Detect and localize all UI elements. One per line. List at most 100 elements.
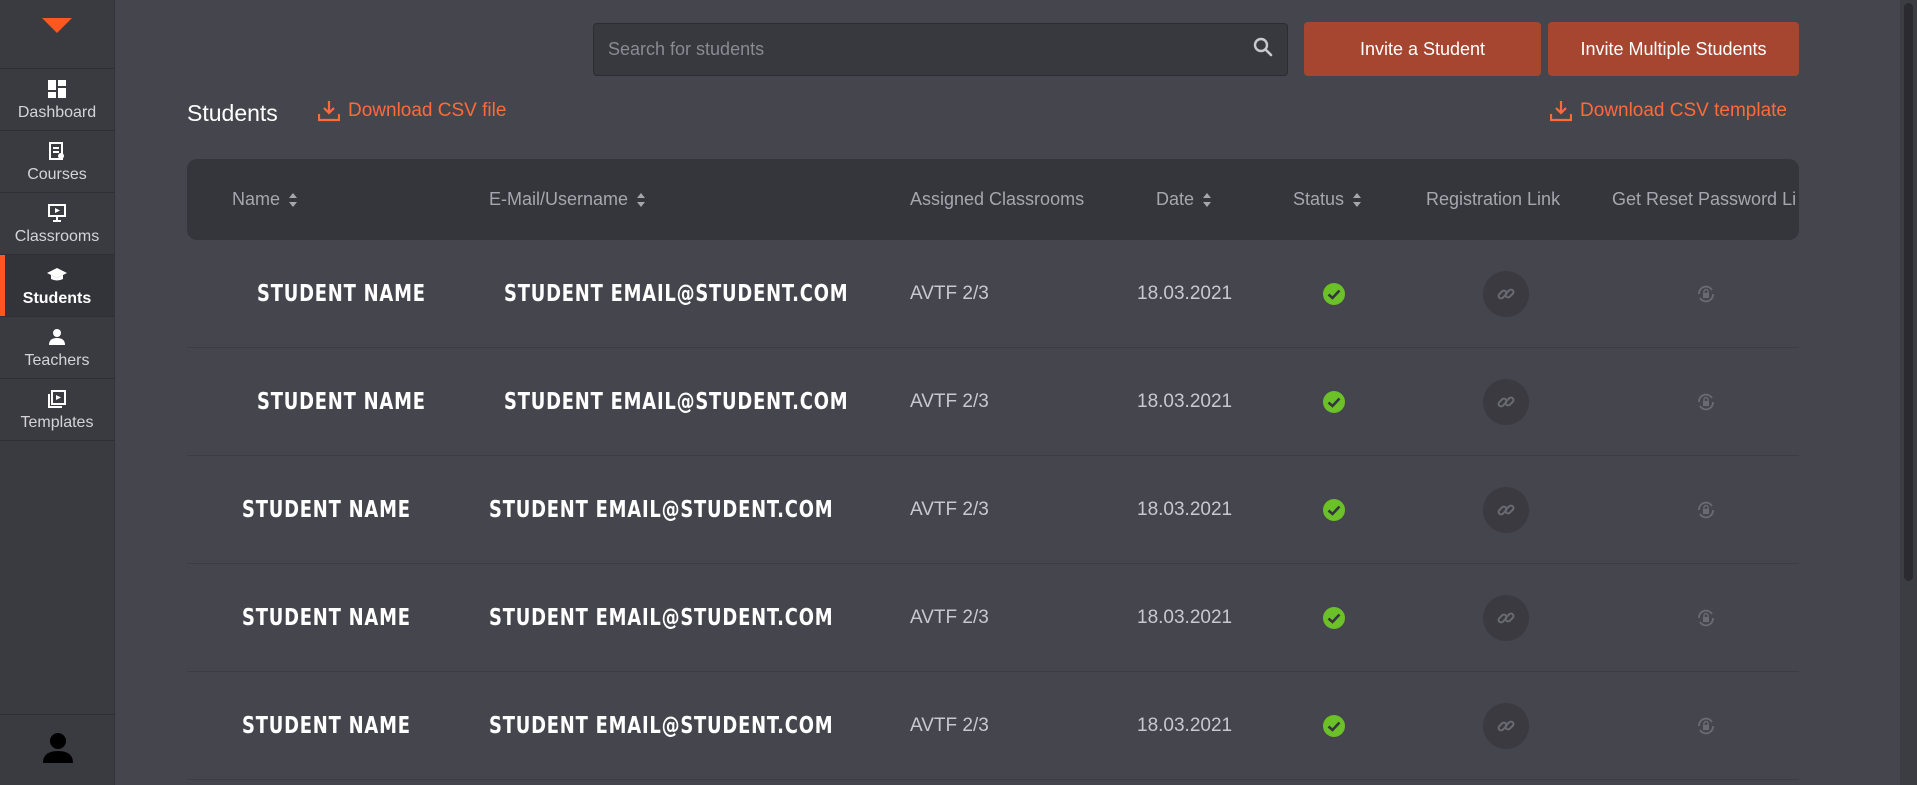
registration-link-button[interactable] bbox=[1483, 271, 1529, 317]
table-row[interactable]: STUDENT NAME STUDENT EMAIL@STUDENT.COM A… bbox=[187, 564, 1799, 672]
user-account-button[interactable] bbox=[0, 714, 115, 785]
column-header-name[interactable]: Name bbox=[232, 159, 298, 240]
assigned-classroom: AVTF 2/3 bbox=[910, 391, 989, 412]
student-email: STUDENT EMAIL@STUDENT.COM bbox=[489, 605, 834, 631]
students-table: Name E-Mail/Username Assigned Classrooms… bbox=[187, 159, 1799, 785]
table-row[interactable]: STUDENT NAME STUDENT EMAIL@STUDENT.COM A… bbox=[187, 348, 1799, 456]
column-header-date[interactable]: Date bbox=[1156, 159, 1212, 240]
sidebar-item-students[interactable]: Students bbox=[0, 255, 114, 317]
status-check-icon bbox=[1323, 283, 1345, 305]
teachers-icon bbox=[49, 326, 65, 348]
column-header-reset: Get Reset Password Li bbox=[1612, 189, 1797, 209]
reset-password-cell bbox=[1612, 240, 1799, 348]
registration-link-button[interactable] bbox=[1483, 379, 1529, 425]
students-icon bbox=[47, 264, 67, 286]
column-header-registration: Registration Link bbox=[1426, 189, 1561, 209]
sidebar-item-courses[interactable]: Courses bbox=[0, 131, 114, 193]
table-header: Name E-Mail/Username Assigned Classrooms… bbox=[187, 159, 1799, 240]
registration-link-button[interactable] bbox=[1483, 595, 1529, 641]
reset-password-lock-icon[interactable] bbox=[1695, 499, 1717, 521]
reset-password-lock-icon[interactable] bbox=[1695, 715, 1717, 737]
status-badge bbox=[1293, 348, 1375, 456]
table-row[interactable]: STUDENT NAME STUDENT EMAIL@STUDENT.COM A… bbox=[187, 672, 1799, 780]
status-check-icon bbox=[1323, 391, 1345, 413]
status-check-icon bbox=[1323, 607, 1345, 629]
reset-password-lock-icon[interactable] bbox=[1695, 283, 1717, 305]
page-scrollbar[interactable] bbox=[1900, 0, 1917, 785]
caret-down-icon[interactable] bbox=[42, 17, 72, 33]
download-csv-label[interactable]: Download CSV file bbox=[348, 100, 506, 122]
reset-password-cell bbox=[1612, 348, 1799, 456]
download-template-link[interactable]: Download CSV template bbox=[1550, 100, 1787, 122]
registration-date: 18.03.2021 bbox=[1137, 391, 1233, 412]
sidebar-item-label: Classrooms bbox=[14, 227, 100, 245]
sidebar-item-classrooms[interactable]: Classrooms bbox=[0, 193, 114, 255]
registration-link-cell bbox=[1426, 456, 1586, 564]
sidebar-item-dashboard[interactable]: Dashboard bbox=[0, 69, 114, 131]
scrollbar-thumb[interactable] bbox=[1904, 3, 1913, 581]
student-name: STUDENT NAME bbox=[242, 497, 411, 523]
registration-date: 18.03.2021 bbox=[1137, 607, 1233, 628]
registration-link-button[interactable] bbox=[1483, 703, 1529, 749]
courses-icon bbox=[49, 140, 65, 162]
link-icon bbox=[1497, 720, 1515, 732]
registration-link-button[interactable] bbox=[1483, 487, 1529, 533]
assigned-classroom: AVTF 2/3 bbox=[910, 283, 989, 304]
student-email: STUDENT EMAIL@STUDENT.COM bbox=[489, 497, 834, 523]
status-badge bbox=[1293, 240, 1375, 348]
reset-password-lock-icon[interactable] bbox=[1695, 391, 1717, 413]
sidebar: Dashboard Courses Classrooms Students Te… bbox=[0, 0, 115, 785]
search-icon[interactable] bbox=[1253, 37, 1273, 62]
dashboard-icon bbox=[48, 78, 66, 100]
status-badge bbox=[1293, 564, 1375, 672]
student-email: STUDENT EMAIL@STUDENT.COM bbox=[504, 281, 849, 307]
search-bar bbox=[593, 23, 1288, 76]
reset-password-lock-icon[interactable] bbox=[1695, 607, 1717, 629]
download-icon bbox=[1550, 100, 1572, 122]
column-header-email[interactable]: E-Mail/Username bbox=[489, 159, 646, 240]
registration-link-cell bbox=[1426, 564, 1586, 672]
status-check-icon bbox=[1323, 499, 1345, 521]
column-header-status[interactable]: Status bbox=[1293, 159, 1362, 240]
assigned-classroom: AVTF 2/3 bbox=[910, 607, 989, 628]
status-badge bbox=[1293, 672, 1375, 780]
sidebar-item-templates[interactable]: Templates bbox=[0, 379, 114, 441]
registration-date: 18.03.2021 bbox=[1137, 283, 1233, 304]
student-name: STUDENT NAME bbox=[242, 605, 411, 631]
registration-date: 18.03.2021 bbox=[1137, 499, 1233, 520]
download-csv-link[interactable]: Download CSV file bbox=[318, 100, 506, 122]
sidebar-item-label: Templates bbox=[20, 413, 94, 431]
sort-icon[interactable] bbox=[636, 192, 646, 208]
page-title: Students bbox=[187, 100, 278, 126]
reset-password-cell bbox=[1612, 672, 1799, 780]
registration-link-cell bbox=[1426, 348, 1586, 456]
student-email: STUDENT EMAIL@STUDENT.COM bbox=[504, 389, 849, 415]
sidebar-item-teachers[interactable]: Teachers bbox=[0, 317, 114, 379]
table-row[interactable]: STUDENT NAME STUDENT EMAIL@STUDENT.COM A… bbox=[187, 240, 1799, 348]
download-template-label[interactable]: Download CSV template bbox=[1580, 100, 1787, 122]
student-name: STUDENT NAME bbox=[242, 713, 411, 739]
reset-password-cell bbox=[1612, 564, 1799, 672]
student-email: STUDENT EMAIL@STUDENT.COM bbox=[489, 713, 834, 739]
invite-student-button[interactable]: Invite a Student bbox=[1304, 22, 1541, 76]
search-input[interactable] bbox=[608, 39, 1253, 60]
registration-link-cell bbox=[1426, 240, 1586, 348]
sidebar-item-label: Students bbox=[22, 289, 92, 307]
templates-icon bbox=[48, 388, 66, 410]
sidebar-item-label: Dashboard bbox=[17, 103, 97, 121]
sort-icon[interactable] bbox=[1202, 192, 1212, 208]
assigned-classroom: AVTF 2/3 bbox=[910, 499, 989, 520]
classrooms-icon bbox=[48, 202, 66, 224]
reset-password-cell bbox=[1612, 456, 1799, 564]
user-avatar-icon[interactable] bbox=[42, 732, 73, 769]
invite-multiple-students-button[interactable]: Invite Multiple Students bbox=[1548, 22, 1799, 76]
sort-icon[interactable] bbox=[288, 192, 298, 208]
link-icon bbox=[1497, 612, 1515, 624]
table-row[interactable]: STUDENT NAME STUDENT EMAIL@STUDENT.COM A… bbox=[187, 456, 1799, 564]
sidebar-item-label: Courses bbox=[27, 165, 87, 183]
link-icon bbox=[1497, 396, 1515, 408]
link-icon bbox=[1497, 288, 1515, 300]
menu-toggle[interactable] bbox=[0, 0, 114, 69]
sort-icon[interactable] bbox=[1352, 192, 1362, 208]
status-check-icon bbox=[1323, 715, 1345, 737]
